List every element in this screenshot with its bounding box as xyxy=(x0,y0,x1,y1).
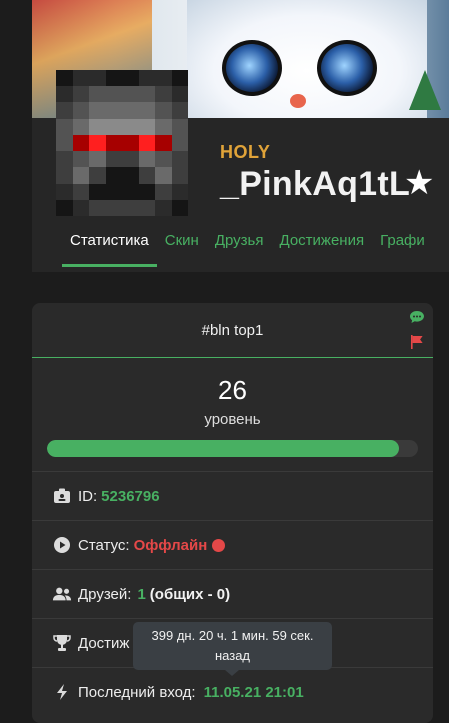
tooltip-line-2: назад xyxy=(214,648,251,663)
tab-friends[interactable]: Друзья xyxy=(207,229,272,267)
profile-tabs: Статистика Скин Друзья Достижения Графи xyxy=(62,229,433,271)
banner-eye-left xyxy=(222,40,282,96)
last-login-label: Последний вход: xyxy=(78,683,196,701)
tab-achievements[interactable]: Достижения xyxy=(272,229,373,267)
lightning-icon xyxy=(52,682,72,702)
username: _PinkAq1tL xyxy=(220,165,411,203)
level-progress-bar xyxy=(47,440,418,457)
last-login-tooltip: 399 дн. 20 ч. 1 мин. 59 сек. назад xyxy=(133,622,332,676)
id-value: 5236796 xyxy=(101,487,160,505)
status-row: Статус: Оффлайн xyxy=(32,520,433,569)
trophy-icon xyxy=(52,633,72,653)
avatar xyxy=(56,70,188,216)
level-progress-fill xyxy=(47,440,400,457)
last-login-value[interactable]: 11.05.21 21:01 xyxy=(204,684,304,701)
play-circle-icon xyxy=(52,535,72,555)
users-icon xyxy=(52,584,72,604)
level-value: 26 xyxy=(218,375,247,405)
friends-label: Друзей: xyxy=(78,585,132,603)
tab-graphs[interactable]: Графи xyxy=(372,229,433,267)
achievements-label: Достиж xyxy=(78,634,130,652)
star-icon[interactable]: ★ xyxy=(404,166,434,200)
friends-common: (общих - 0) xyxy=(149,585,231,603)
tab-skin[interactable]: Скин xyxy=(157,229,207,267)
id-row: ID: 5236796 xyxy=(32,471,433,520)
id-card-icon xyxy=(52,486,72,506)
tooltip-line-1: 399 дн. 20 ч. 1 мин. 59 сек. xyxy=(151,628,314,643)
banner-tree xyxy=(409,70,441,110)
status-value: Оффлайн xyxy=(133,536,208,554)
level-label: уровень xyxy=(204,411,261,428)
flag-icon[interactable] xyxy=(409,334,425,350)
chat-icon[interactable] xyxy=(409,309,425,325)
offline-dot-icon xyxy=(212,538,226,552)
status-label: Статус: xyxy=(78,536,130,554)
friends-row: Друзей: 1 (общих - 0) xyxy=(32,569,433,618)
id-label: ID: xyxy=(78,487,98,505)
banner-mouth xyxy=(290,94,306,108)
card-title: #bln top1 xyxy=(32,303,433,358)
banner-eye-right xyxy=(317,40,377,96)
friends-count: 1 xyxy=(137,585,146,603)
tab-statistics[interactable]: Статистика xyxy=(62,229,157,267)
rank-tag: HOLY xyxy=(220,142,271,162)
